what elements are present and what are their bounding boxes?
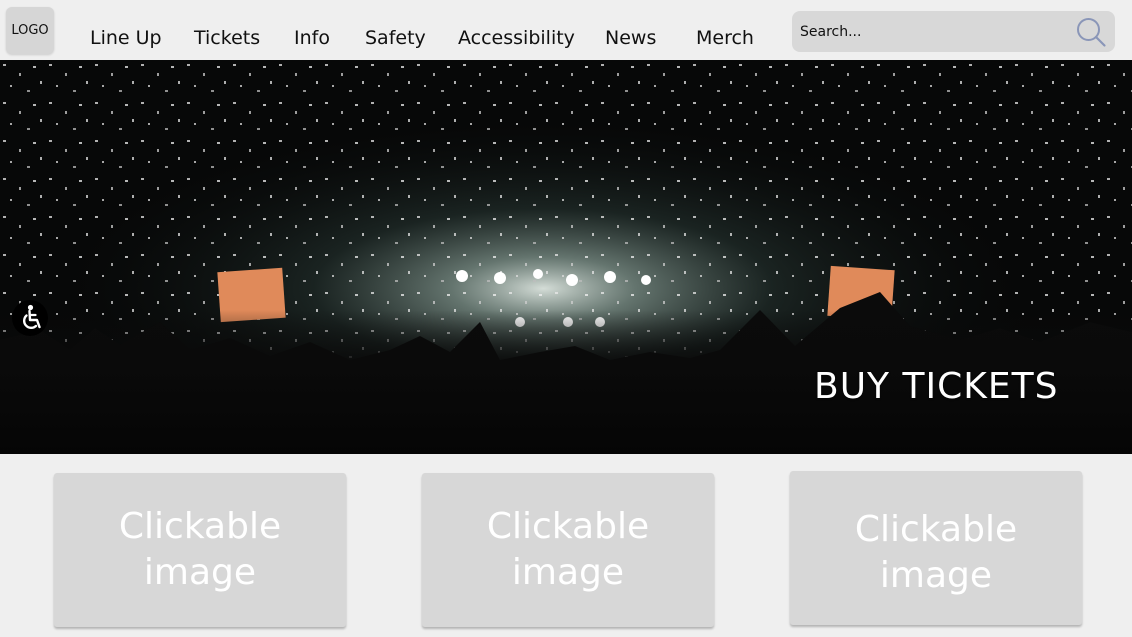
card-label: Clickable image — [486, 506, 650, 593]
search-bar — [792, 11, 1115, 52]
wheelchair-icon[interactable] — [12, 300, 48, 336]
nav-item-merch[interactable]: Merch — [696, 27, 754, 49]
search-input[interactable] — [800, 11, 1060, 52]
nav-item-accessibility[interactable]: Accessibility — [458, 27, 575, 49]
card-label: Clickable image — [854, 509, 1018, 596]
page: LOGO Line Up Tickets Info Safety Accessi… — [0, 0, 1132, 637]
hero-banner[interactable]: BUY TICKETS — [0, 60, 1132, 454]
nav-item-line-up[interactable]: Line Up — [90, 27, 162, 49]
logo[interactable]: LOGO — [6, 7, 54, 54]
search-icon[interactable] — [1075, 16, 1107, 48]
nav-item-safety[interactable]: Safety — [365, 27, 426, 49]
top-nav-bar: LOGO Line Up Tickets Info Safety Accessi… — [0, 0, 1132, 60]
nav-item-tickets[interactable]: Tickets — [194, 27, 260, 49]
buy-tickets-button[interactable]: BUY TICKETS — [814, 366, 1058, 407]
clickable-image-card-3[interactable]: Clickable image — [790, 471, 1082, 625]
nav-item-info[interactable]: Info — [294, 27, 330, 49]
nav-item-news[interactable]: News — [605, 27, 656, 49]
clickable-image-card-2[interactable]: Clickable image — [422, 473, 714, 627]
card-label: Clickable image — [118, 506, 282, 593]
clickable-image-card-1[interactable]: Clickable image — [54, 473, 346, 627]
